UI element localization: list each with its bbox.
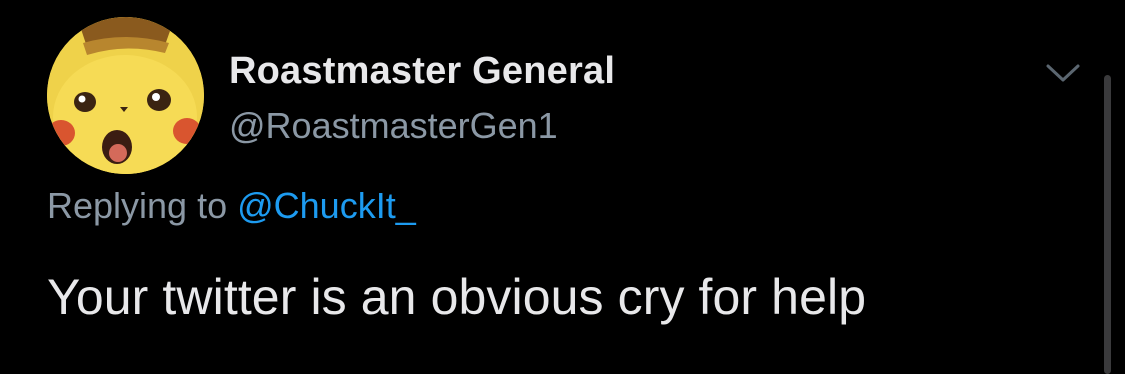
scrollbar[interactable] — [1104, 75, 1111, 374]
tweet-text: Your twitter is an obvious cry for help — [47, 269, 867, 325]
avatar[interactable] — [47, 17, 204, 174]
replying-to-line: Replying to @ChuckIt_ — [47, 185, 416, 227]
surprised-pikachu-avatar — [47, 17, 204, 174]
chevron-down-icon[interactable] — [1045, 60, 1081, 86]
replying-to-mention-link[interactable]: @ChuckIt_ — [237, 185, 416, 226]
author-handle[interactable]: @RoastmasterGen1 — [229, 105, 558, 147]
author-display-name[interactable]: Roastmaster General — [229, 50, 615, 93]
replying-to-prefix: Replying to — [47, 185, 238, 226]
tweet: Roastmaster General @RoastmasterGen1 Rep… — [0, 0, 1125, 374]
